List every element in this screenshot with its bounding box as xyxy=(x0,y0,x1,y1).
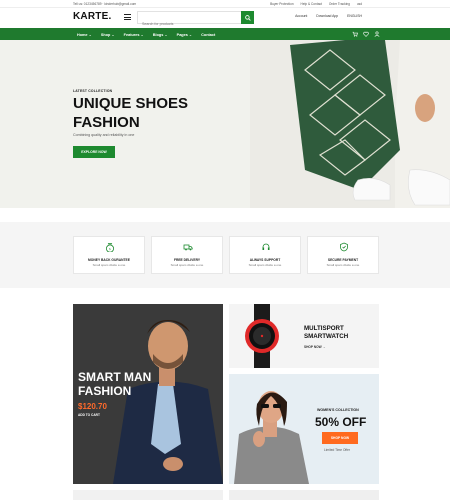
feature-free-delivery: FREE DELIVERY Small spam divide a one xyxy=(151,236,223,274)
svg-text:$: $ xyxy=(109,247,111,251)
nav-features[interactable]: Features ⌄ xyxy=(124,33,144,37)
hero-kicker: LATEST COLLECTION xyxy=(73,89,113,93)
promo-left-title: SMART MAN FASHION xyxy=(78,370,151,398)
nav-blogs[interactable]: Blogs ⌄ xyxy=(153,33,168,37)
hero-subtitle: Combining quality and reliability in one xyxy=(73,133,135,137)
watch-title-line2: SMARTWATCH xyxy=(304,333,349,340)
top-bar: Tell us: 0123456789 · kinderhub@gmail.co… xyxy=(0,0,450,8)
hero-title: UNIQUE SHOES FASHION xyxy=(73,94,188,132)
user-icon[interactable] xyxy=(374,31,380,37)
feature-secure-payment: SECURE PAYMENT Small spam divide a one xyxy=(307,236,379,274)
feature-title: MONEY BACK GURANTEE xyxy=(88,258,130,262)
truck-icon xyxy=(183,244,193,251)
contact-info: Tell us: 0123456789 · kinderhub@gmail.co… xyxy=(73,2,137,6)
search-bar xyxy=(137,11,254,30)
add-to-cart-link[interactable]: ADD TO CART xyxy=(78,413,100,417)
top-link-buyer-protection[interactable]: Buyer Protection xyxy=(270,2,294,6)
hero-title-line2: FASHION xyxy=(73,114,140,131)
feature-money-back: $ MONEY BACK GURANTEE Small spam divide … xyxy=(73,236,145,274)
watch-shop-now-link[interactable]: SHOP NOW → xyxy=(304,345,326,349)
main-nav: Home ⌄ Shop ⌄ Features ⌄ Blogs ⌄ Pages ⌄… xyxy=(0,28,450,40)
woman-photo xyxy=(229,374,314,484)
money-bag-icon: $ xyxy=(106,243,114,252)
heart-icon[interactable] xyxy=(363,31,369,37)
watch-title: MULTISPORT SMARTWATCH xyxy=(304,325,348,341)
features-strip: $ MONEY BACK GURANTEE Small spam divide … xyxy=(0,222,450,288)
promo-women-collection[interactable]: WOMEN'S COLLECTION 50% OFF SHOP NOW Limi… xyxy=(229,374,379,484)
feature-subtitle: Small spam divide a one xyxy=(92,263,126,267)
top-links: Buyer Protection Help & Contact Order Tr… xyxy=(264,2,362,6)
feature-title: SECURE PAYMENT xyxy=(327,258,359,262)
promo-left-title-line1: SMART MAN xyxy=(78,370,152,384)
hero-image xyxy=(250,40,450,208)
hero-title-line1: UNIQUE SHOES xyxy=(73,95,189,112)
promo-left-price: $120.70 xyxy=(78,402,107,411)
top-link-currency[interactable]: usd xyxy=(357,2,362,6)
nav-home[interactable]: Home ⌄ xyxy=(77,33,92,37)
cart-icon[interactable] xyxy=(352,31,358,37)
promo-smart-man[interactable]: SMART MAN FASHION $120.70 ADD TO CART xyxy=(73,304,223,484)
download-app-link[interactable]: Download App xyxy=(316,14,338,18)
nav-contact[interactable]: Contact xyxy=(201,33,215,37)
headset-icon xyxy=(262,243,270,250)
logo[interactable]: KARTE. xyxy=(73,11,111,22)
feature-title: FREE DELIVERY xyxy=(173,258,201,262)
smartwatch-image xyxy=(245,304,279,368)
top-link-order-tracking[interactable]: Order Tracking xyxy=(329,2,350,6)
feature-subtitle: Small spam divide a one xyxy=(248,263,282,267)
hamburger-menu-icon[interactable] xyxy=(124,14,131,21)
women-kicker: WOMEN'S COLLECTION xyxy=(317,408,359,412)
feature-always-support: ALWAYS SUPPORT Small spam divide a one xyxy=(229,236,301,274)
feature-subtitle: Small spam divide a one xyxy=(170,263,204,267)
top-link-help-contact[interactable]: Help & Contact xyxy=(301,2,322,6)
women-discount: 50% OFF xyxy=(315,415,367,429)
watch-title-line1: MULTISPORT xyxy=(304,325,344,332)
header: KARTE. Account Download App ENGLISH xyxy=(0,8,450,30)
limited-time-text: Limited Time Offer xyxy=(324,448,350,452)
shield-icon xyxy=(340,242,348,252)
hero-banner: LATEST COLLECTION UNIQUE SHOES FASHION C… xyxy=(0,40,450,208)
promo-left-title-line2: FASHION xyxy=(78,384,132,398)
feature-subtitle: Small spam divide a one xyxy=(326,263,360,267)
header-actions: Account Download App ENGLISH xyxy=(287,14,362,18)
women-shop-now-button[interactable]: SHOP NOW xyxy=(322,432,358,444)
explore-now-button[interactable]: EXPLORE NOW xyxy=(73,146,115,158)
search-button[interactable] xyxy=(241,11,254,24)
feature-title: ALWAYS SUPPORT xyxy=(249,258,281,262)
next-section-peek-right xyxy=(229,490,379,500)
nav-shop[interactable]: Shop ⌄ xyxy=(101,33,115,37)
nav-pages[interactable]: Pages ⌄ xyxy=(177,33,192,37)
account-link[interactable]: Account xyxy=(295,14,307,18)
promo-smartwatch[interactable]: MULTISPORT SMARTWATCH SHOP NOW → xyxy=(229,304,379,368)
language-select[interactable]: ENGLISH xyxy=(347,14,362,18)
next-section-peek-left xyxy=(73,490,223,500)
search-icon xyxy=(244,14,251,21)
